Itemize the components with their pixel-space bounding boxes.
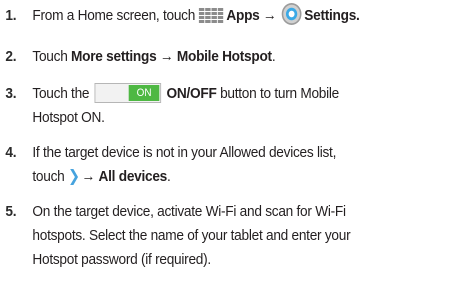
more-settings-label: More settings <box>71 48 157 65</box>
step-3-line-2: Hotspot ON. <box>32 109 105 126</box>
step-4-line-2: touch ❯ → All devices. <box>32 165 170 189</box>
settings-label: Settings <box>304 7 357 24</box>
chevron-right-icon: ❯ <box>68 168 80 185</box>
period: . <box>167 168 171 185</box>
step-text: button to turn Mobile <box>220 85 340 102</box>
step-number: 3. <box>5 85 17 102</box>
step-5-line-2: hotspots. Select the name of your tablet… <box>32 227 351 244</box>
apps-label: Apps <box>226 7 260 24</box>
period: . <box>356 7 360 24</box>
instruction-page: 1. From a Home screen, touch Apps → Sett… <box>0 0 475 297</box>
step-number: 5. <box>5 203 17 220</box>
mobile-hotspot-label: Mobile Hotspot <box>176 48 272 65</box>
step-number: 4. <box>5 144 17 161</box>
step-number: 1. <box>5 7 17 24</box>
gear-icon <box>281 2 302 25</box>
step-4-line-1: If the target device is not in your Allo… <box>32 144 337 161</box>
step-3-line-1: Touch the ON ON/OFF button to turn Mobil… <box>32 82 339 106</box>
step-text: Touch <box>32 48 68 65</box>
apps-grid-icon <box>198 8 223 24</box>
step-text: Touch the <box>32 85 90 102</box>
arrow-icon: → <box>159 48 174 65</box>
all-devices-label: All devices <box>98 168 168 185</box>
step-1-line: From a Home screen, touch Apps → Setting… <box>32 2 360 28</box>
step-5-line-1: On the target device, activate Wi-Fi and… <box>32 203 346 220</box>
step-5-line-3: Hotspot password (if required). <box>32 251 211 268</box>
arrow-icon: → <box>263 7 277 24</box>
onoff-label: ON/OFF <box>166 85 217 102</box>
toggle-on-label: ON <box>128 84 160 101</box>
on-off-toggle: ON <box>94 82 162 103</box>
step-text: touch <box>32 168 65 185</box>
step-text: From a Home screen, touch <box>32 7 196 24</box>
period: . <box>271 48 276 65</box>
arrow-icon: → <box>81 168 96 185</box>
step-number: 2. <box>5 48 17 65</box>
step-2-line: Touch More settings → Mobile Hotspot. <box>32 45 275 69</box>
